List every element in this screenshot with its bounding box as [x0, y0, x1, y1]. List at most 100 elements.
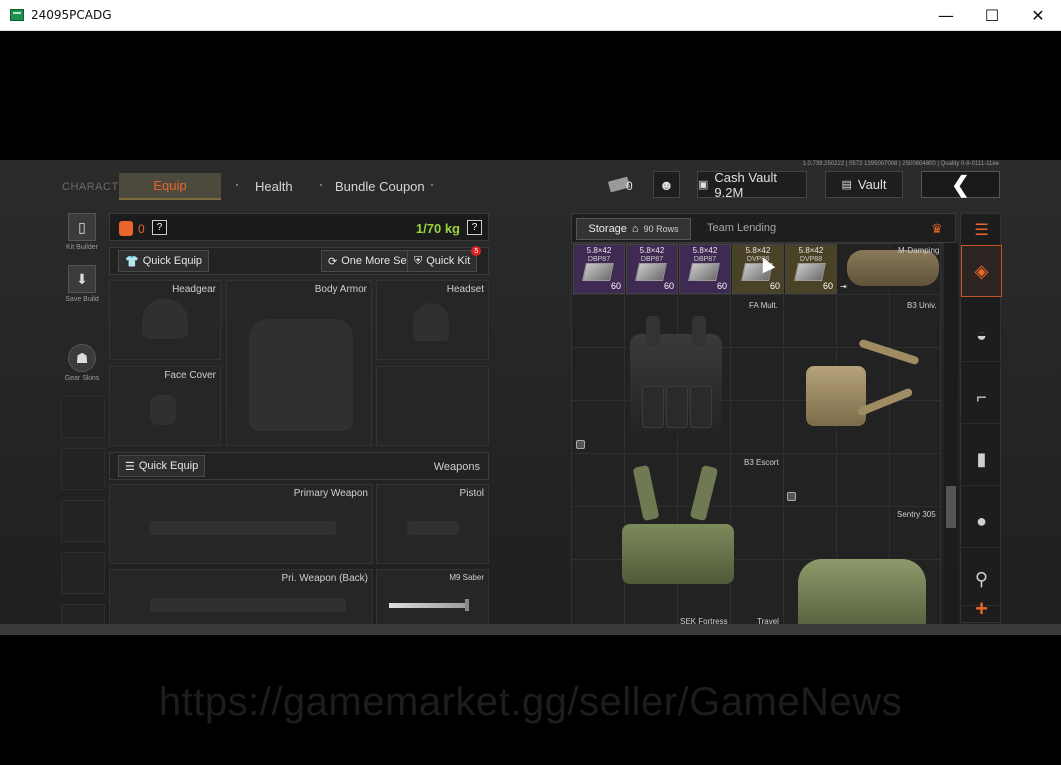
primary-weapon-slot[interactable]: Primary Weapon — [109, 484, 373, 564]
maximize-button[interactable]: ☐ — [969, 0, 1015, 31]
plus-icon: + — [975, 596, 988, 621]
tab-team-lending[interactable]: Team Lending — [707, 222, 776, 234]
ammo-qty: 60 — [769, 281, 780, 291]
cash-count-button[interactable] — [597, 171, 641, 198]
category-helmets[interactable]: ◒ — [961, 310, 1002, 362]
empty-tool-slot — [61, 552, 105, 594]
pri-weapon-back-slot[interactable]: Pri. Weapon (Back) — [109, 569, 373, 629]
category-rifles[interactable]: ⌐ — [961, 372, 1002, 424]
weight-help-icon[interactable]: ? — [467, 220, 482, 235]
body-armor-slot[interactable]: Body Armor — [226, 280, 372, 446]
rig-strap — [689, 464, 719, 522]
ammo-caliber: 5.8×42 — [692, 246, 718, 255]
weapons-header: ☰ Quick Equip Weapons — [109, 452, 489, 480]
one-more-set-button[interactable]: ⟳ One More Set — [321, 250, 417, 272]
m-damping-item[interactable] — [847, 250, 939, 286]
tab-health[interactable]: Health — [255, 179, 293, 194]
weight-value: 1/70 kg — [415, 221, 460, 236]
vest-strap — [646, 316, 660, 346]
pouch — [690, 386, 712, 428]
gear-skins-button[interactable]: ☗ Gear Skins — [62, 344, 102, 382]
grid-line — [572, 294, 940, 295]
empty-tool-slot — [61, 500, 105, 542]
tab-bundle-coupon[interactable]: Bundle Coupon — [335, 179, 425, 194]
sentry-305-label: Sentry 305 — [897, 510, 936, 519]
headgear-slot[interactable]: Headgear — [109, 280, 221, 360]
storage-scroll-thumb[interactable] — [946, 486, 956, 528]
pouch — [666, 386, 688, 428]
tab-storage-rows: 90 Rows — [643, 224, 679, 234]
storage-scrollbar[interactable] — [944, 243, 958, 625]
app-icon — [10, 9, 24, 21]
cash-vault-button[interactable]: ▣ Cash Vault 9.2M — [697, 170, 807, 200]
gear-skins-icon: ☗ — [68, 344, 96, 372]
vault-button[interactable]: ▤ Vault — [825, 171, 903, 198]
weapons-quick-equip-button[interactable]: ☰ Quick Equip — [118, 455, 206, 477]
ammo-item[interactable]: 5.8×42 DBP87 60 — [573, 244, 625, 294]
operator-button[interactable]: ☻ — [653, 171, 680, 198]
face-cover-slot[interactable]: Face Cover — [109, 366, 221, 446]
backpack-stack-icon: ☰ — [974, 221, 989, 239]
help-icon[interactable]: ? — [152, 220, 167, 235]
category-magazines[interactable]: ▮ — [961, 434, 1002, 486]
m-damping-label: M-Damping — [898, 246, 940, 255]
tab-storage[interactable]: Storage ⌂ 90 Rows — [576, 218, 691, 240]
gear-skins-label: Gear Skins — [64, 375, 100, 382]
vest-strap — [692, 316, 706, 346]
item-corner-icon — [787, 492, 796, 501]
rifle-silhouette-icon — [150, 598, 346, 612]
item-corner-icon — [576, 440, 585, 449]
tab-storage-label: Storage — [588, 223, 627, 235]
ammo-box-icon — [582, 263, 614, 281]
empty-tool-slot — [61, 448, 105, 490]
rifle-silhouette-icon — [150, 521, 336, 535]
fa-mult-vest[interactable] — [620, 316, 732, 434]
grid-line — [572, 453, 940, 454]
kit-builder-button[interactable]: ▯ Kit Builder — [62, 213, 102, 251]
ammo-code: DBP87 — [640, 256, 664, 263]
minimize-button[interactable]: — — [923, 0, 969, 31]
category-backpacks[interactable]: ◈ — [961, 245, 1002, 297]
window-titlebar: 24095PCADG — ☐ ✕ — [0, 0, 1061, 31]
close-button[interactable]: ✕ — [1015, 0, 1061, 31]
quick-equip-button[interactable]: 👕 Quick Equip — [118, 250, 210, 272]
rig-strap — [632, 464, 660, 522]
storage-grid[interactable]: 5.8×42 DBP87 60 5.8×42 DBP87 60 5.8×42 D… — [571, 243, 941, 625]
ammo-caliber: 5.8×42 — [639, 246, 665, 255]
ammo-item[interactable]: 5.8×42 DBP87 60 — [679, 244, 731, 294]
quick-kit-button[interactable]: ⛨ Quick Kit 5 — [407, 246, 482, 272]
melee-label: M9 Saber — [449, 573, 484, 582]
operator-icon: ☻ — [659, 176, 674, 193]
pistol-icon: ⚲ — [974, 569, 989, 589]
pri-weapon-back-label: Pri. Weapon (Back) — [281, 573, 368, 584]
ammo-item[interactable]: 5.8×42 DVP88 60 — [732, 244, 784, 294]
back-button[interactable]: ❮ — [921, 171, 1000, 198]
b3-univ-rig[interactable] — [798, 338, 928, 444]
save-build-button[interactable]: ⬇ Save Build — [62, 265, 102, 303]
ammo-qty: 60 — [663, 281, 674, 291]
game-screen: 1.0.739.250222 | 0572 1395007008 | 25006… — [0, 160, 1061, 635]
category-backpack-stack[interactable]: ☰ — [961, 214, 1002, 246]
pistol-label: Pistol — [459, 488, 484, 499]
game-bottom-edge — [0, 624, 1061, 635]
category-grenades[interactable]: ● — [961, 496, 1002, 548]
travel-backpack[interactable] — [798, 559, 926, 624]
pouch — [642, 386, 664, 428]
ammo-item[interactable]: 5.8×42 DVP88 60 — [785, 244, 837, 294]
tab-equip[interactable]: Equip — [119, 173, 221, 200]
headset-slot[interactable]: Headset — [376, 280, 489, 360]
melee-slot[interactable]: M9 Saber — [376, 569, 489, 629]
face-cover-label: Face Cover — [164, 370, 216, 381]
ammo-item[interactable]: 5.8×42 DBP87 60 — [626, 244, 678, 294]
sort-icon[interactable]: ♛ — [927, 220, 947, 238]
knife-icon — [389, 603, 469, 608]
weapons-label: Weapons — [433, 461, 480, 473]
grid-line — [783, 244, 784, 624]
watermark-text: https://gamemarket.gg/seller/GameNews — [158, 680, 903, 724]
backpack-icon — [119, 221, 133, 236]
pistol-slot[interactable]: Pistol — [376, 484, 489, 564]
headgear-label: Headgear — [172, 284, 216, 295]
add-category-button[interactable]: + — [961, 594, 1002, 624]
sek-fortress-rig[interactable] — [618, 464, 738, 596]
window-title: 24095PCADG — [31, 8, 112, 22]
